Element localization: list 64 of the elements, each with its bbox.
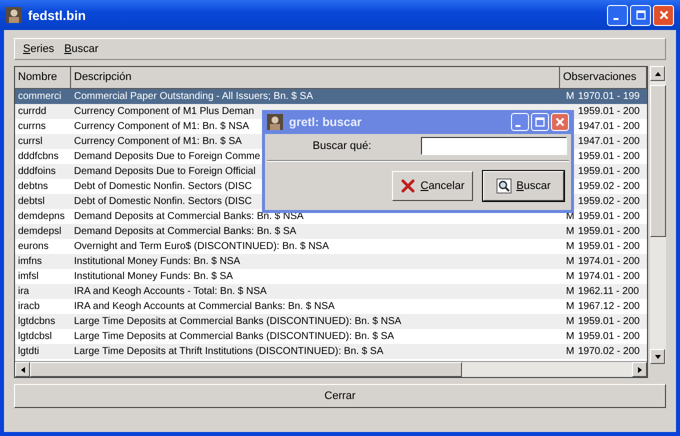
table-cell-text: debtsl [17, 195, 46, 209]
table-cell: M [566, 331, 574, 342]
table-cell: M [566, 271, 574, 282]
table-cell-text: Institutional Money Funds: Bn. $ NSA [73, 256, 242, 267]
dialog-title: gretl: buscar [289, 115, 363, 129]
table-cell-text: 1959.01 - 200 [578, 105, 640, 119]
table-cell: M [566, 301, 574, 312]
table-cell-text: 1959.01 - 200 [578, 165, 640, 179]
table-cell-text: 1970.01 - 199 [578, 90, 640, 104]
table-cell-text: currsl [17, 135, 44, 149]
table-cell-text: Large Time Deposits at Thrift Institutions (DISCONTINUED): Bn. $ SA [73, 346, 384, 357]
table-cell-text: Currency Component of M1: Bn. $ NSA [73, 121, 250, 132]
table-cell-text: Large Time Deposits at Commercial Banks (DISCONTINUED): Bn. $ NSA [73, 316, 402, 327]
table-cell-text: lgtdti [17, 345, 40, 359]
table-cell-text: currdd [17, 105, 48, 119]
table-cell-text: 1959.01 - 200 [578, 330, 640, 344]
table-cell-text: currns [17, 120, 47, 134]
table-cell-text: Currency Component of M1 Plus Deman [73, 106, 256, 117]
table-cell-text: 1974.01 - 200 [578, 255, 640, 269]
table-cell: M [566, 226, 574, 237]
table-cell-text: 1959.01 - 200 [578, 240, 640, 254]
table-cell-text: Debt of Domestic Nonfin. Sectors (DISC [73, 181, 253, 192]
table-cell-text: 1947.01 - 200 [578, 135, 640, 149]
table-cell-text: dddfoins [17, 165, 57, 179]
table-cell-text: Commercial Paper Outstanding - All Issuers; Bn. $ SA [73, 91, 314, 102]
table-cell-text: Currency Component of M1: Bn. $ SA [73, 136, 243, 147]
table-cell: M [566, 241, 574, 252]
table-cell-text: Debt of Domestic Nonfin. Sectors (DISC [73, 196, 253, 207]
table-cell-text: 1967.12 - 200 [578, 300, 640, 314]
table-cell-text: 1970.02 - 200 [578, 345, 640, 359]
table-cell-text: 1959.01 - 200 [578, 225, 640, 239]
search-label: Buscar qué: [312, 140, 372, 152]
table-cell-text: IRA and Keogh Accounts at Commercial Banks: Bn. $ NSA [73, 301, 336, 312]
table-cell-text: iracb [17, 300, 41, 314]
table-cell-text: lgtdcbsl [17, 330, 53, 344]
table-cell-text: imfns [17, 255, 43, 269]
table-cell-text: 1959.02 - 200 [578, 195, 640, 209]
table-cell-text: Demand Deposits Due to Foreign Official [73, 166, 257, 177]
table-cell-text: 1959.01 - 200 [578, 150, 640, 164]
table-cell-text: 1974.01 - 200 [578, 270, 640, 284]
table-cell-text: imfsl [17, 270, 40, 284]
table-cell: M [566, 346, 574, 357]
table-cell-text: Overnight and Term Euro$ (DISCONTINUED): Bn. $ NSA [73, 241, 330, 252]
table-cell-text: Demand Deposits at Commercial Banks: Bn. $ SA [73, 226, 298, 237]
table-cell-text: dddfcbns [17, 150, 60, 164]
table-cell: M [566, 316, 574, 327]
table-cell-text: 1959.01 - 200 [578, 210, 640, 224]
table-cell-text: eurons [17, 240, 50, 254]
table-cell-text: debtns [17, 180, 50, 194]
table-cell: M [566, 91, 574, 102]
table-cell-text: Demand Deposits Due to Foreign Comme [73, 151, 262, 162]
table-cell: M [566, 286, 574, 297]
table-cell-text: IRA and Keogh Accounts - Total: Bn. $ NSA [73, 286, 268, 297]
table-cell-text: 1962.11 - 200 [578, 285, 639, 299]
table-cell-text: Large Time Deposits at Commercial Banks (DISCONTINUED): Bn. $ SA [73, 331, 396, 342]
table-cell-text: lgtdcbns [17, 315, 56, 329]
table-cell-text: ira [17, 285, 30, 299]
table-cell-text: 1959.01 - 200 [578, 315, 640, 329]
table-cell-text: demdepsl [17, 225, 62, 239]
table-cell-text: Institutional Money Funds: Bn. $ SA [73, 271, 234, 282]
table-cell-text: commerci [17, 90, 62, 104]
window-title: fedstl.bin [28, 8, 87, 22]
table-cell: M [566, 256, 574, 267]
table-cell-text: demdepns [17, 210, 66, 224]
